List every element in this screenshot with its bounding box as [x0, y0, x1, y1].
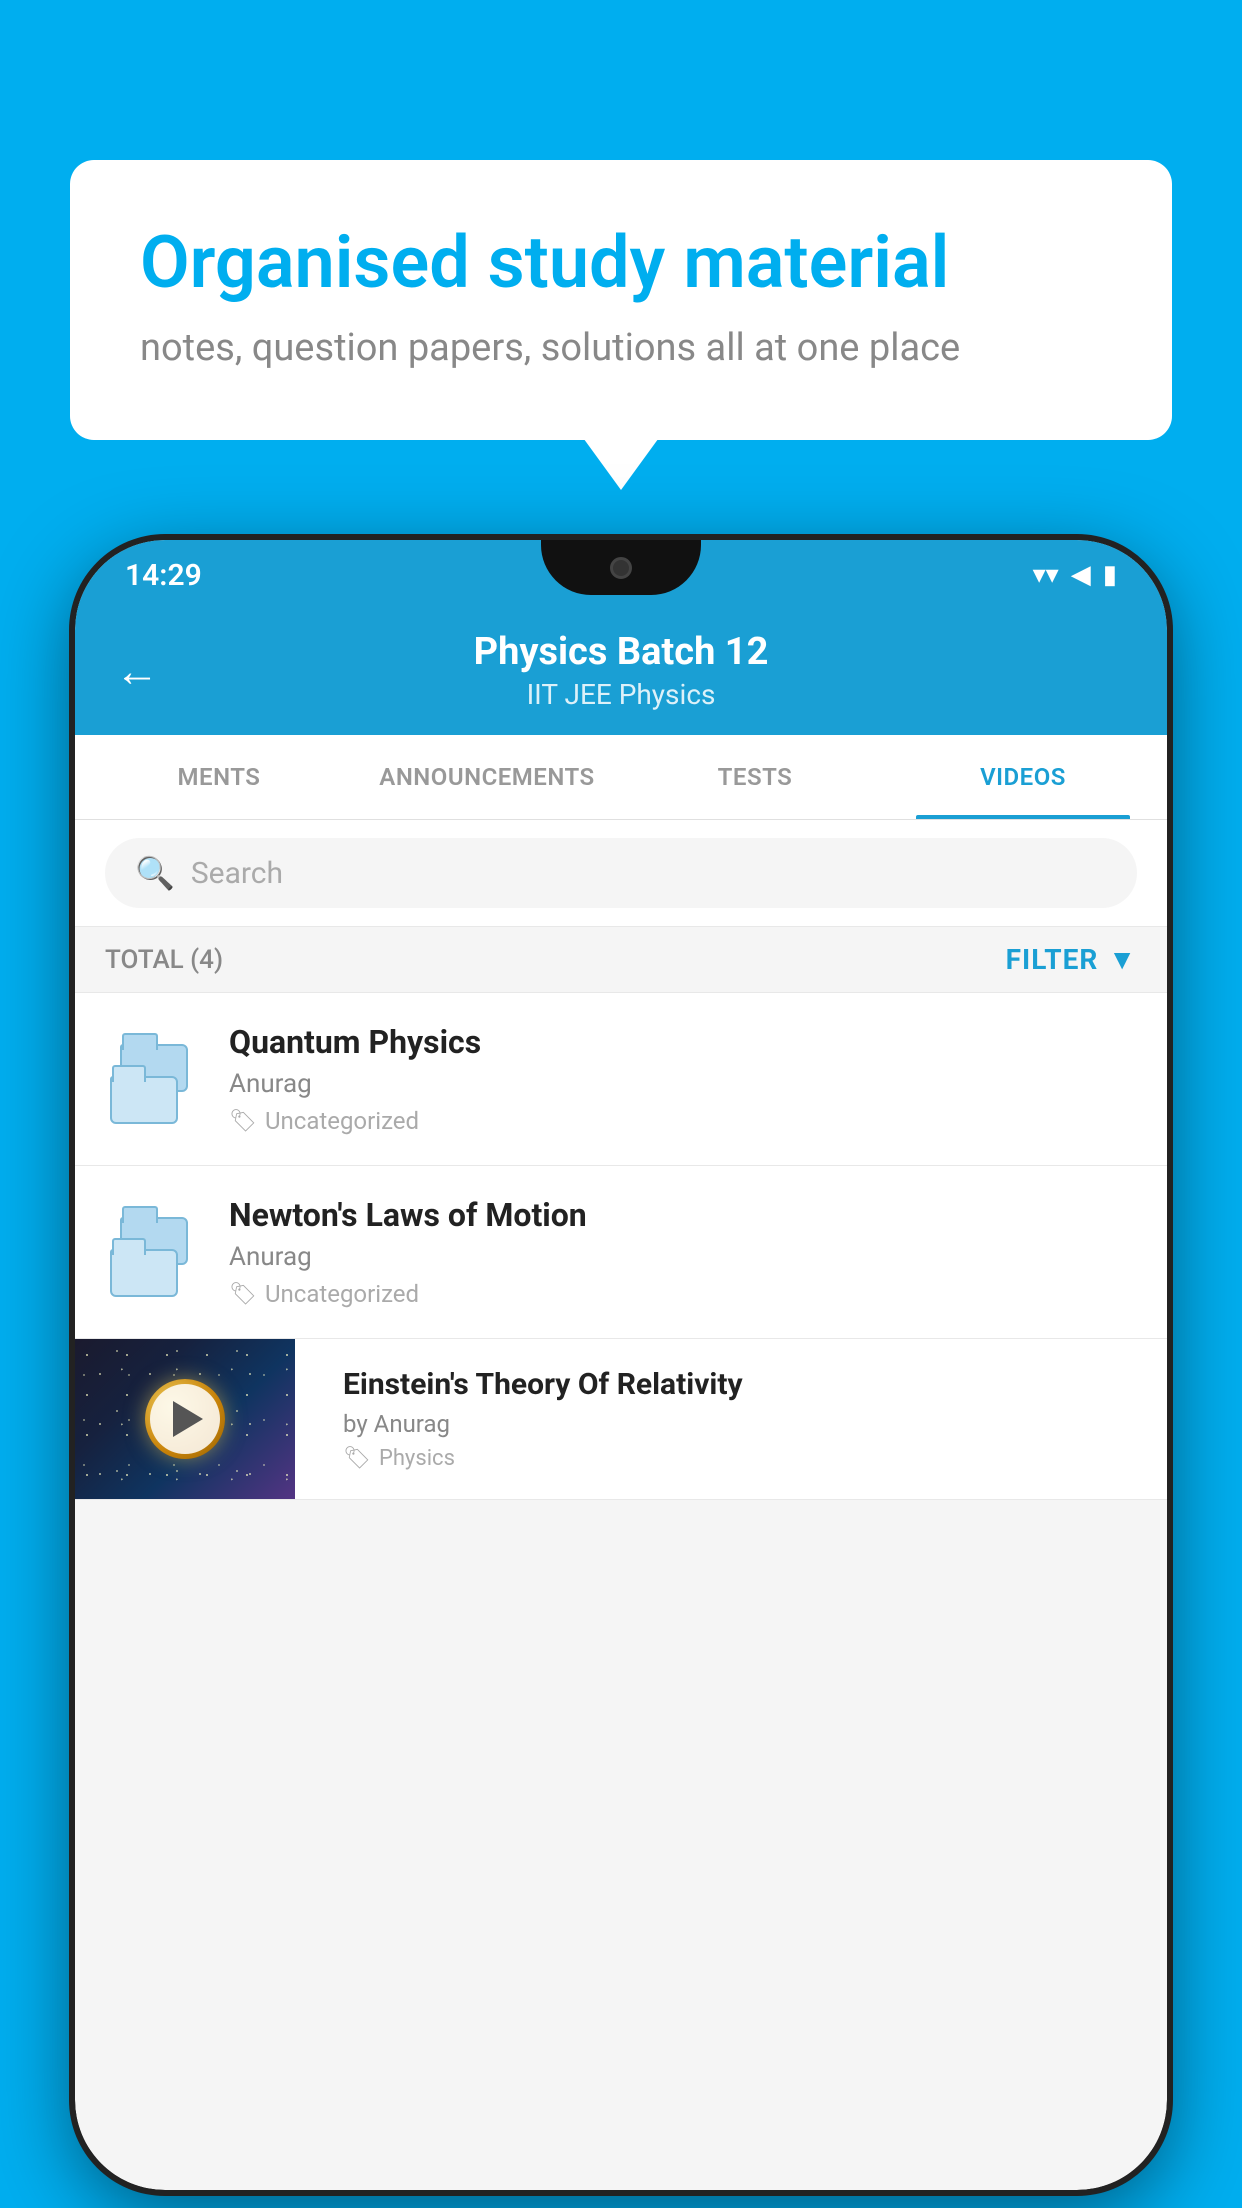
tab-announcements[interactable]: ANNOUNCEMENTS [353, 735, 621, 819]
bubble-title: Organised study material [140, 220, 1102, 306]
video-info: Einstein's Theory Of Relativity by Anura… [319, 1343, 1167, 1495]
filter-bar: TOTAL (4) FILTER ▼ [75, 927, 1167, 993]
notch [541, 540, 701, 595]
list-item[interactable]: Einstein's Theory Of Relativity by Anura… [75, 1339, 1167, 1500]
tab-tests[interactable]: TESTS [621, 735, 889, 819]
status-time: 14:29 [125, 558, 202, 593]
signal-icon: ◀ [1071, 560, 1091, 590]
video-info: Newton's Laws of Motion Anurag 🏷 Uncateg… [229, 1196, 1137, 1308]
folder-icon [105, 1034, 205, 1124]
video-info: Quantum Physics Anurag 🏷 Uncategorized [229, 1023, 1137, 1135]
total-count: TOTAL (4) [105, 945, 223, 975]
status-bar: 14:29 ▾▾ ◀ ▮ [75, 540, 1167, 610]
back-button[interactable]: ← [115, 645, 159, 697]
filter-button[interactable]: FILTER ▼ [1006, 943, 1137, 976]
camera [610, 557, 632, 579]
list-item[interactable]: Quantum Physics Anurag 🏷 Uncategorized [75, 993, 1167, 1166]
tag-icon: 🏷 [229, 1282, 257, 1307]
play-button[interactable] [75, 1339, 295, 1499]
video-tag: 🏷 Uncategorized [229, 1280, 1137, 1308]
status-icons: ▾▾ ◀ ▮ [1033, 560, 1117, 590]
video-author: by Anurag [343, 1410, 1143, 1438]
header-subtitle: IIT JEE Physics [189, 678, 1053, 711]
filter-icon: ▼ [1108, 943, 1137, 976]
video-title: Einstein's Theory Of Relativity [343, 1367, 1143, 1402]
search-bar[interactable]: 🔍 Search [105, 838, 1137, 908]
tag-icon: 🏷 [229, 1109, 257, 1134]
video-thumbnail [75, 1339, 295, 1499]
battery-icon: ▮ [1103, 560, 1117, 590]
speech-bubble-container: Organised study material notes, question… [70, 160, 1172, 440]
video-list: Quantum Physics Anurag 🏷 Uncategorized [75, 993, 1167, 1500]
tag-icon: 🏷 [343, 1446, 371, 1471]
wifi-icon: ▾▾ [1033, 560, 1059, 590]
video-title: Quantum Physics [229, 1023, 1137, 1061]
video-tag: 🏷 Uncategorized [229, 1107, 1137, 1135]
tab-videos[interactable]: VIDEOS [889, 735, 1157, 819]
video-title: Newton's Laws of Motion [229, 1196, 1137, 1234]
video-author: Anurag [229, 1069, 1137, 1099]
app-header: ← Physics Batch 12 IIT JEE Physics [75, 610, 1167, 735]
folder-icon [105, 1207, 205, 1297]
speech-bubble: Organised study material notes, question… [70, 160, 1172, 440]
video-author: Anurag [229, 1242, 1137, 1272]
phone-screen: 14:29 ▾▾ ◀ ▮ ← Physics Batch 12 IIT JEE … [75, 540, 1167, 2190]
tag-text: Uncategorized [265, 1280, 419, 1308]
tabs-bar: MENTS ANNOUNCEMENTS TESTS VIDEOS [75, 735, 1167, 820]
header-title: Physics Batch 12 [189, 630, 1053, 674]
list-item[interactable]: Newton's Laws of Motion Anurag 🏷 Uncateg… [75, 1166, 1167, 1339]
search-icon: 🔍 [135, 854, 175, 892]
tag-text: Physics [379, 1446, 455, 1471]
video-tag: 🏷 Physics [343, 1446, 1143, 1471]
phone-frame: 14:29 ▾▾ ◀ ▮ ← Physics Batch 12 IIT JEE … [75, 540, 1167, 2190]
bubble-subtitle: notes, question papers, solutions all at… [140, 326, 1102, 370]
search-input-placeholder: Search [191, 856, 283, 891]
header-text: Physics Batch 12 IIT JEE Physics [189, 630, 1053, 711]
filter-label: FILTER [1006, 943, 1099, 976]
tag-text: Uncategorized [265, 1107, 419, 1135]
search-container: 🔍 Search [75, 820, 1167, 927]
tab-ments[interactable]: MENTS [85, 735, 353, 819]
